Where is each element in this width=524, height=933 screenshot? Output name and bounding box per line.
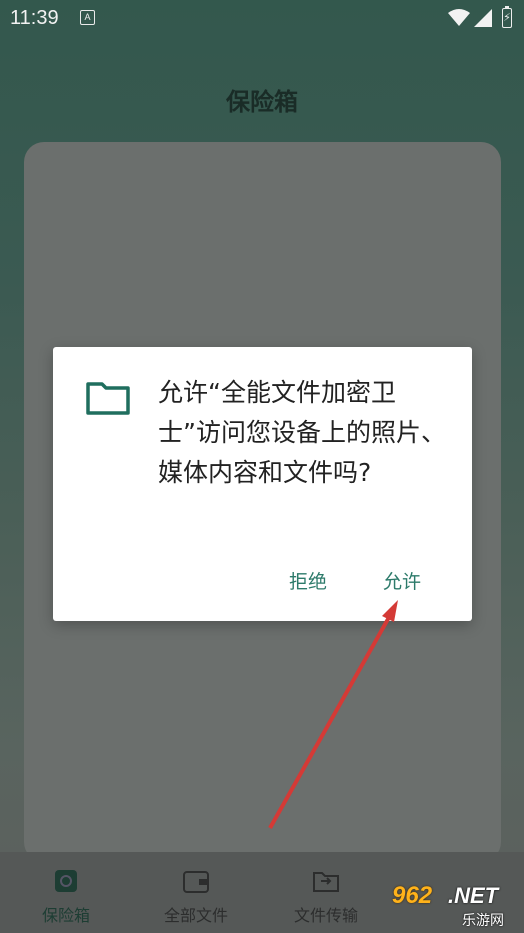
watermark-brand: 962 (392, 882, 433, 909)
watermark-domain: .NET (448, 883, 499, 908)
watermark-logo: 962 .NET 乐游网 (386, 882, 522, 930)
watermark-subtitle: 乐游网 (462, 913, 504, 929)
annotation-arrow (268, 600, 398, 829)
